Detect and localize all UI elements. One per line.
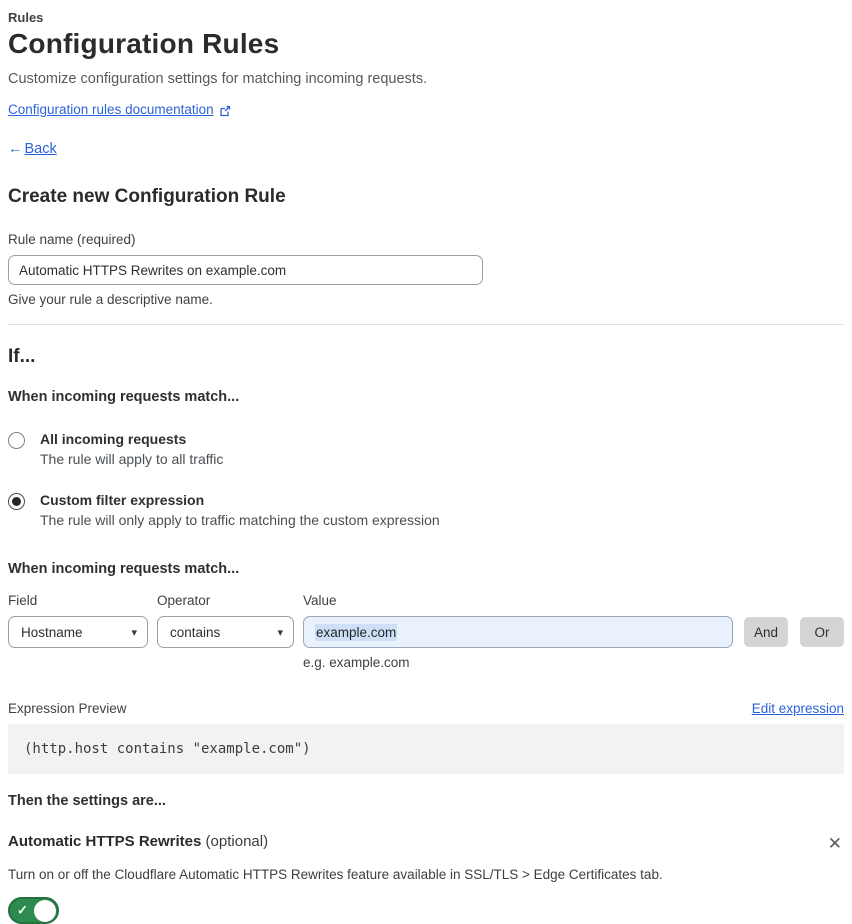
rule-name-label: Rule name (required): [8, 232, 136, 247]
incoming-match-label: When incoming requests match...: [8, 389, 240, 405]
rule-name-help: Give your rule a descriptive name.: [8, 292, 213, 307]
chevron-down-icon: ▾: [277, 626, 283, 639]
back-button[interactable]: ← Back: [8, 141, 844, 157]
field-select[interactable]: Hostname ▾: [8, 616, 148, 648]
back-arrow-icon: ←: [8, 141, 23, 157]
value-input-text: example.com: [315, 623, 398, 641]
builder-match-label: When incoming requests match...: [8, 561, 240, 577]
rule-name-input[interactable]: [8, 255, 483, 285]
checkmark-icon: ✓: [17, 902, 28, 918]
radio-option-label: Custom filter expression: [40, 492, 205, 508]
radio-option-label: All incoming requests: [40, 431, 187, 447]
field-select-value: Hostname: [21, 624, 83, 640]
then-settings-label: Then the settings are...: [8, 793, 166, 809]
radio-option-all-requests[interactable]: All incoming requests The rule will appl…: [8, 431, 844, 467]
create-rule-heading: Create new Configuration Rule: [8, 186, 286, 207]
back-link[interactable]: Back: [25, 141, 57, 157]
operator-select[interactable]: contains ▾: [157, 616, 294, 648]
value-example-help: e.g. example.com: [303, 655, 410, 670]
edit-expression-link[interactable]: Edit expression: [752, 701, 844, 716]
value-input[interactable]: example.com: [303, 616, 733, 648]
if-heading: If...: [8, 346, 36, 367]
https-rewrites-toggle[interactable]: ✓: [8, 897, 59, 924]
value-column-label: Value: [303, 593, 337, 608]
external-link-icon: [219, 104, 231, 116]
section-divider: [8, 324, 844, 325]
setting-description: Turn on or off the Cloudflare Automatic …: [8, 867, 663, 882]
setting-title: Automatic HTTPS Rewrites (optional): [8, 833, 268, 850]
expression-code-block: (http.host contains "example.com"): [8, 724, 844, 774]
breadcrumb: Rules: [8, 10, 44, 25]
radio-option-description: The rule will apply to all traffic: [40, 451, 224, 467]
chevron-down-icon: ▾: [131, 626, 137, 639]
page-subtitle: Customize configuration settings for mat…: [8, 71, 428, 87]
toggle-knob: [34, 899, 56, 922]
or-button[interactable]: Or: [800, 617, 844, 647]
radio-option-description: The rule will only apply to traffic matc…: [40, 512, 440, 528]
operator-select-value: contains: [170, 624, 221, 640]
documentation-link[interactable]: Configuration rules documentation: [8, 102, 214, 117]
radio-checked-icon[interactable]: [8, 493, 25, 510]
setting-title-text: Automatic HTTPS Rewrites: [8, 833, 202, 850]
radio-option-custom-filter[interactable]: Custom filter expression The rule will o…: [8, 492, 844, 528]
and-button[interactable]: And: [744, 617, 788, 647]
radio-unchecked-icon[interactable]: [8, 432, 25, 449]
close-icon[interactable]: ✕: [826, 833, 844, 854]
operator-column-label: Operator: [157, 593, 211, 608]
setting-optional-text: (optional): [201, 833, 269, 850]
expression-preview-label: Expression Preview: [8, 701, 127, 716]
field-column-label: Field: [8, 593, 38, 608]
page-title: Configuration Rules: [8, 28, 280, 59]
